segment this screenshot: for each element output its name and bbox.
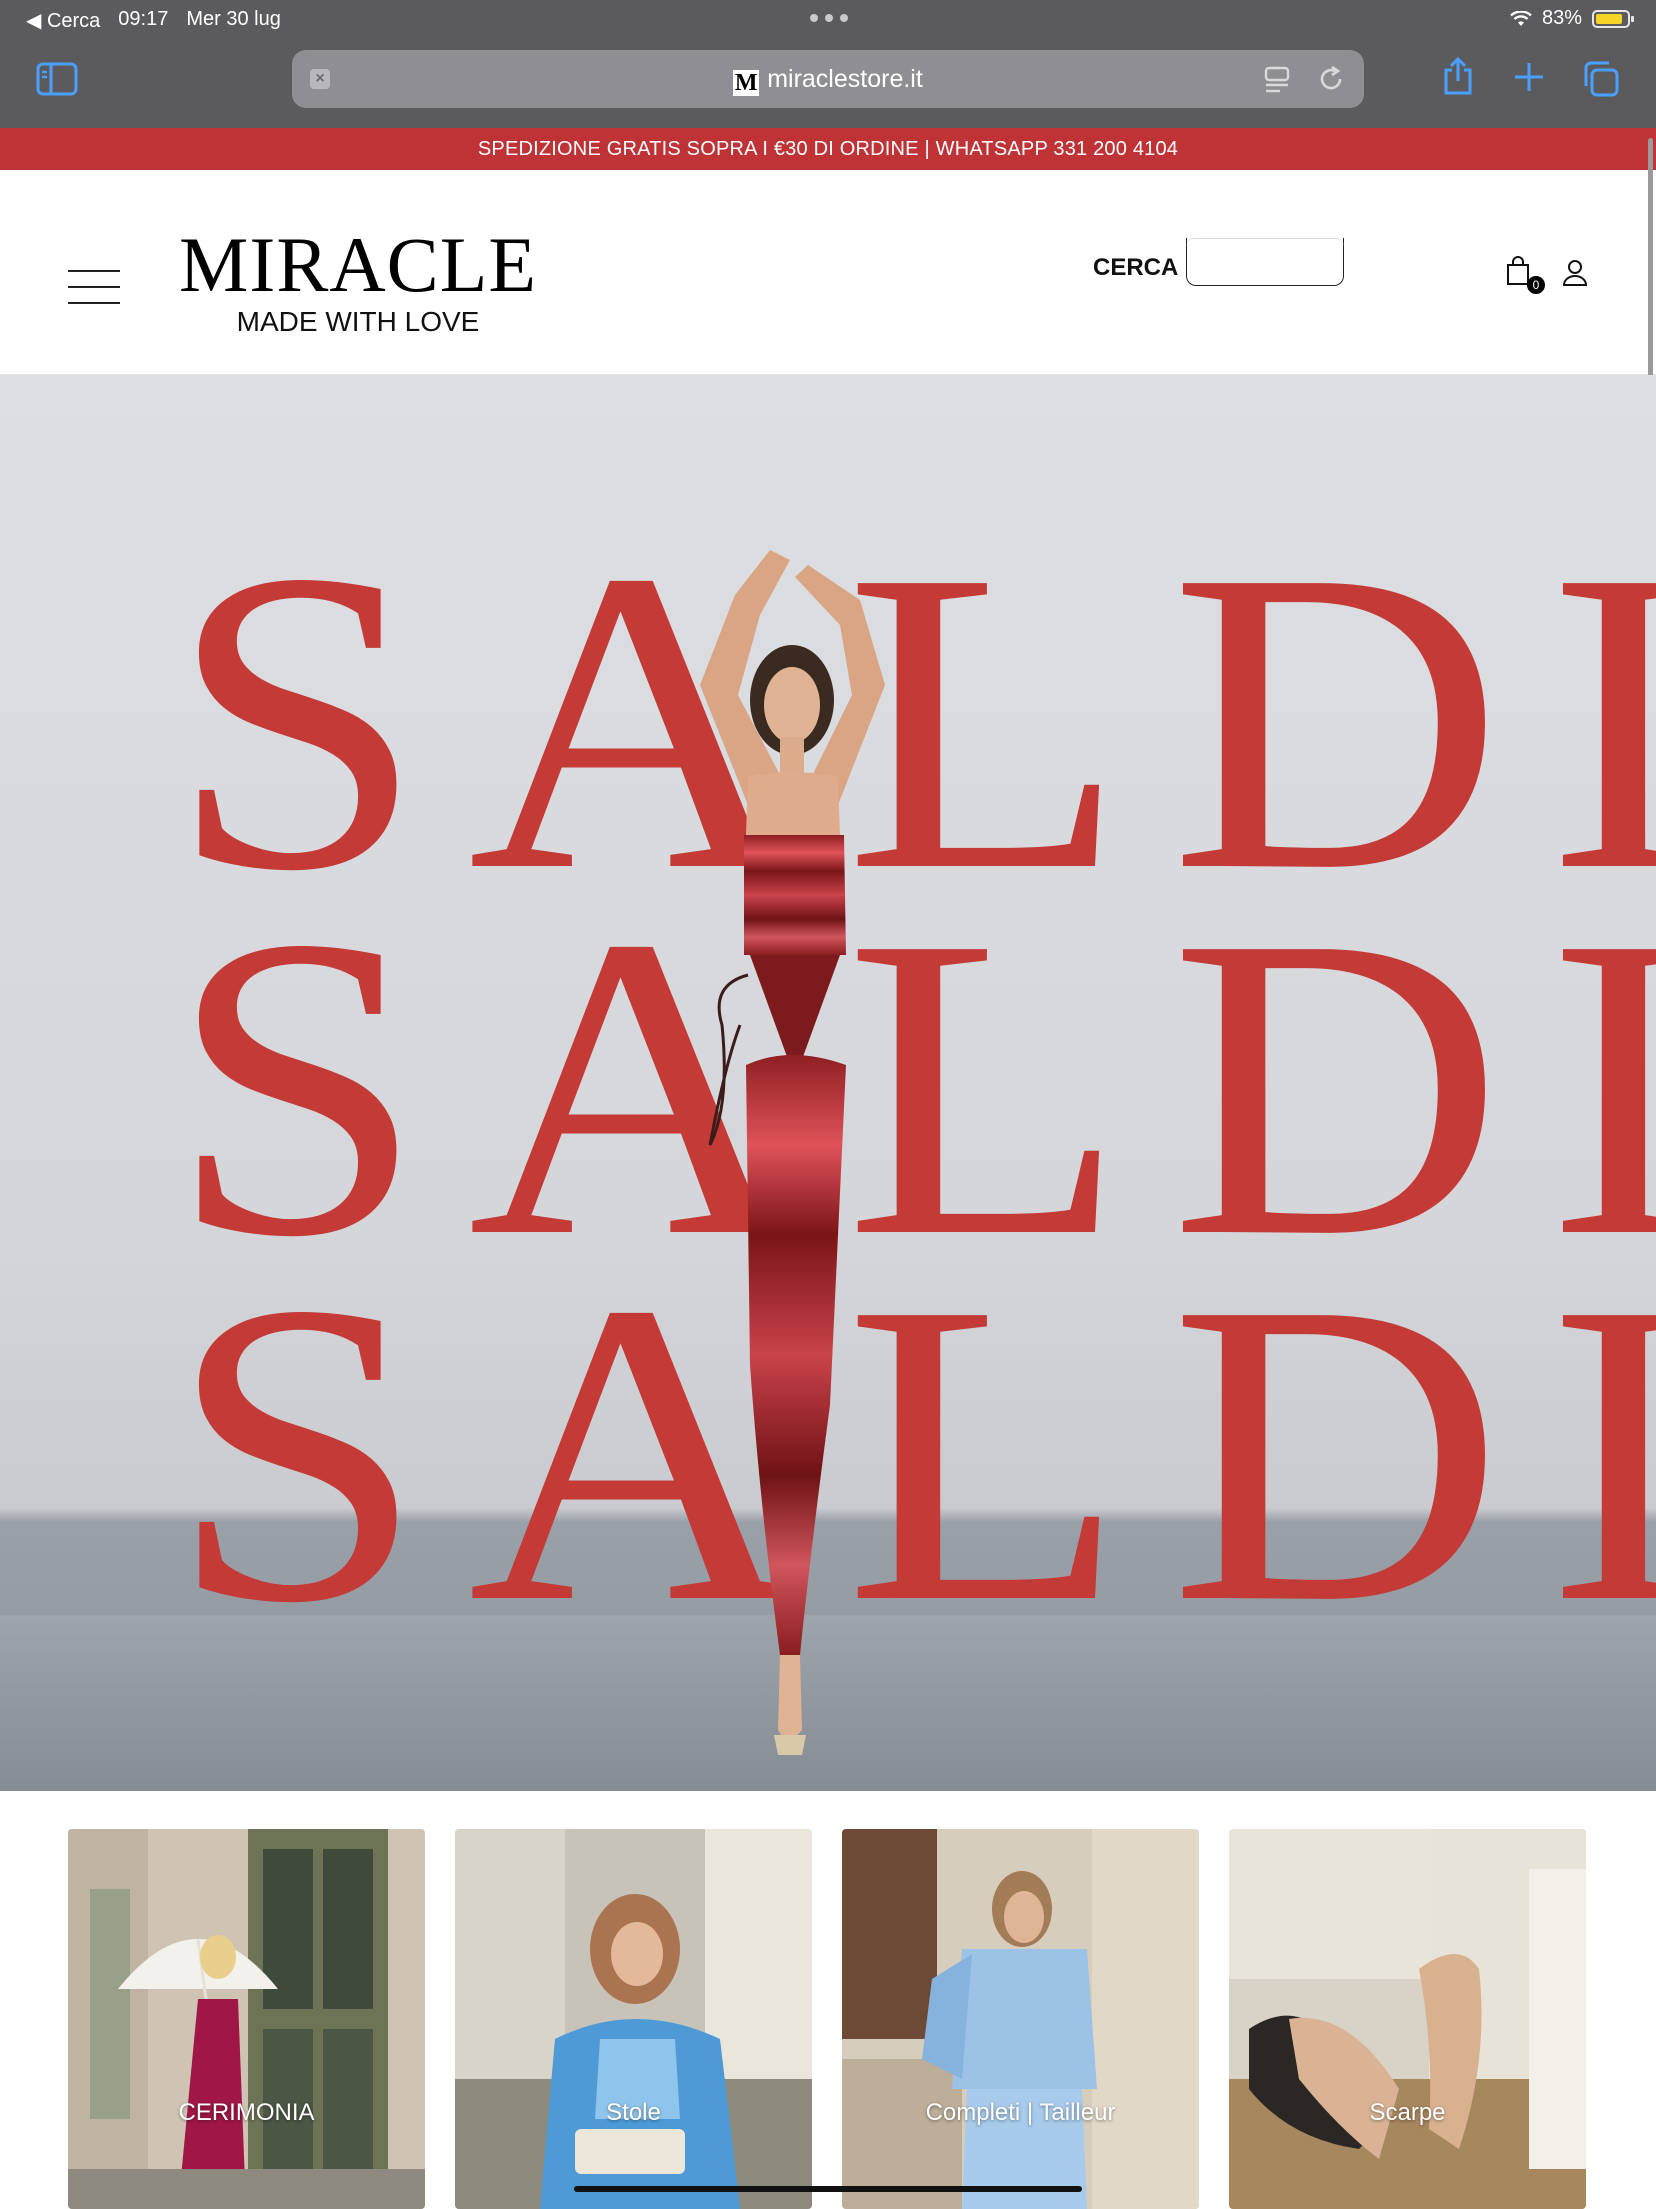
battery-icon bbox=[1592, 9, 1634, 28]
address-bar[interactable]: × Mmiraclestore.it bbox=[292, 50, 1364, 108]
new-tab-icon[interactable] bbox=[1512, 60, 1546, 94]
site-favicon: M bbox=[733, 70, 760, 96]
wifi-icon bbox=[1510, 10, 1532, 26]
cart-button[interactable]: 0 bbox=[1505, 256, 1545, 294]
browser-toolbar: × Mmiraclestore.it bbox=[0, 38, 1656, 128]
category-card-completi-tailleur[interactable]: Completi | Tailleur bbox=[842, 1829, 1199, 2209]
category-label: Completi | Tailleur bbox=[925, 2099, 1116, 2126]
category-grid: CERIMONIA Stole Completi | Tailleur Scar… bbox=[68, 1829, 1588, 2209]
category-image bbox=[842, 1829, 1199, 2209]
category-image bbox=[1229, 1829, 1586, 2209]
account-icon[interactable] bbox=[1561, 258, 1589, 288]
status-time: 09:17 bbox=[118, 8, 169, 30]
status-bar: ◀ Cerca 09:17 Mer 30 lug 83% bbox=[0, 0, 1656, 38]
category-image bbox=[68, 1829, 425, 2209]
tabs-icon[interactable] bbox=[1582, 60, 1620, 98]
category-image bbox=[455, 1829, 812, 2209]
cart-count-badge: 0 bbox=[1527, 276, 1545, 294]
announcement-bar: SPEDIZIONE GRATIS SOPRA I €30 DI ORDINE … bbox=[0, 128, 1656, 170]
home-indicator[interactable] bbox=[574, 2186, 1082, 2192]
category-card-cerimonia[interactable]: CERIMONIA bbox=[68, 1829, 425, 2209]
url-text: miraclestore.it bbox=[767, 65, 923, 93]
menu-icon[interactable] bbox=[68, 270, 120, 306]
battery-percent: 83% bbox=[1541, 7, 1582, 29]
category-label: Stole bbox=[606, 2099, 661, 2126]
search-form: CERCA bbox=[1093, 238, 1345, 286]
url-display[interactable]: Mmiraclestore.it bbox=[292, 65, 1364, 96]
category-label: CERIMONIA bbox=[178, 2099, 315, 2126]
sidebar-icon[interactable] bbox=[36, 62, 78, 96]
reload-icon[interactable] bbox=[1316, 64, 1346, 94]
site-logo[interactable]: MIRACLE MADE WITH LOVE bbox=[168, 221, 548, 338]
site-header: MIRACLE MADE WITH LOVE CERCA 0 bbox=[0, 170, 1656, 375]
logo-tagline: MADE WITH LOVE bbox=[236, 306, 480, 337]
category-label: Scarpe bbox=[1369, 2099, 1446, 2126]
search-label: CERCA bbox=[1093, 254, 1179, 281]
category-card-scarpe[interactable]: Scarpe bbox=[1229, 1829, 1586, 2209]
hero-banner[interactable]: SALDI SALDI SALDI bbox=[0, 375, 1656, 1791]
logo-name: MIRACLE bbox=[179, 221, 537, 308]
multitasking-dots-icon[interactable] bbox=[810, 14, 848, 22]
reader-icon[interactable] bbox=[1264, 66, 1290, 94]
status-date: Mer 30 lug bbox=[186, 8, 281, 30]
back-to-app-link[interactable]: ◀ Cerca bbox=[26, 8, 100, 33]
model-photo bbox=[700, 550, 885, 1755]
share-icon[interactable] bbox=[1442, 56, 1474, 96]
category-card-stole[interactable]: Stole bbox=[455, 1829, 812, 2209]
